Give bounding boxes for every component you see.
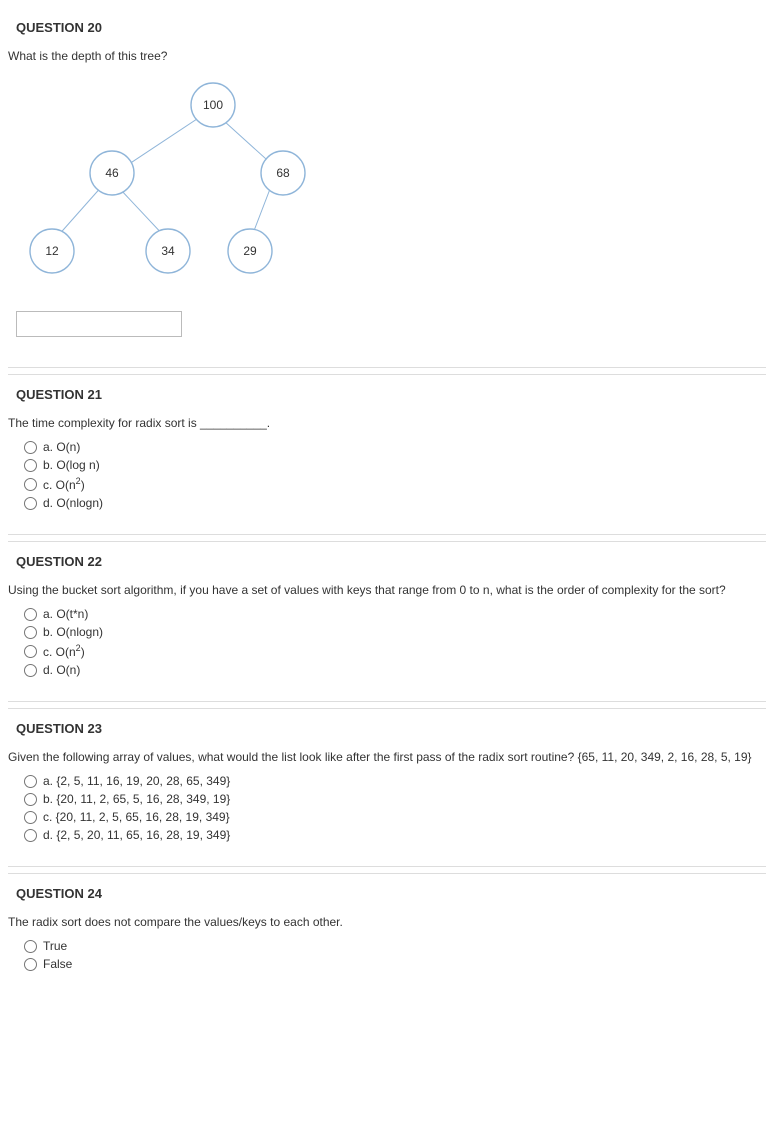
question-prompt: Using the bucket sort algorithm, if you … (8, 583, 766, 597)
question-title: QUESTION 24 (8, 886, 766, 901)
radio-d[interactable] (24, 497, 37, 510)
option-label: c. O(n2) (43, 476, 85, 492)
tree-diagram: 100 46 68 12 34 29 (8, 73, 328, 283)
radio-d[interactable] (24, 664, 37, 677)
option-c[interactable]: c. O(n2) (24, 476, 766, 492)
option-true[interactable]: True (24, 939, 766, 953)
option-c[interactable]: c. {20, 11, 2, 5, 65, 16, 28, 19, 349} (24, 810, 766, 824)
divider (8, 866, 766, 867)
option-d[interactable]: d. O(n) (24, 663, 766, 677)
radio-a[interactable] (24, 775, 37, 788)
question-title: QUESTION 21 (8, 387, 766, 402)
radio-c[interactable] (24, 478, 37, 491)
question-prompt: The time complexity for radix sort is __… (8, 416, 766, 430)
option-label: d. O(n) (43, 663, 80, 677)
option-label: b. O(log n) (43, 458, 100, 472)
question-24: QUESTION 24 The radix sort does not comp… (8, 874, 766, 995)
radio-c[interactable] (24, 645, 37, 658)
answer-input[interactable] (16, 311, 182, 337)
question-prompt: The radix sort does not compare the valu… (8, 915, 766, 929)
option-label: a. O(n) (43, 440, 80, 454)
option-list: True False (8, 939, 766, 971)
option-b[interactable]: b. {20, 11, 2, 65, 5, 16, 28, 349, 19} (24, 792, 766, 806)
radio-b[interactable] (24, 459, 37, 472)
option-label: b. O(nlogn) (43, 625, 103, 639)
question-title: QUESTION 22 (8, 554, 766, 569)
radio-b[interactable] (24, 793, 37, 806)
option-c[interactable]: c. O(n2) (24, 643, 766, 659)
question-21: QUESTION 21 The time complexity for radi… (8, 375, 766, 534)
option-label: c. {20, 11, 2, 5, 65, 16, 28, 19, 349} (43, 810, 230, 824)
option-label: True (43, 939, 67, 953)
option-label: False (43, 957, 72, 971)
divider (8, 701, 766, 702)
option-label: d. O(nlogn) (43, 496, 103, 510)
divider (8, 367, 766, 368)
radio-true[interactable] (24, 940, 37, 953)
option-list: a. O(t*n) b. O(nlogn) c. O(n2) d. O(n) (8, 607, 766, 677)
divider (8, 534, 766, 535)
option-false[interactable]: False (24, 957, 766, 971)
tree-node-68: 68 (276, 166, 290, 180)
radio-d[interactable] (24, 829, 37, 842)
radio-b[interactable] (24, 626, 37, 639)
option-label: a. O(t*n) (43, 607, 88, 621)
radio-a[interactable] (24, 441, 37, 454)
option-a[interactable]: a. {2, 5, 11, 16, 19, 20, 28, 65, 349} (24, 774, 766, 788)
question-title: QUESTION 23 (8, 721, 766, 736)
option-d[interactable]: d. O(nlogn) (24, 496, 766, 510)
question-prompt: Given the following array of values, wha… (8, 750, 766, 764)
option-a[interactable]: a. O(t*n) (24, 607, 766, 621)
option-label: c. O(n2) (43, 643, 85, 659)
radio-false[interactable] (24, 958, 37, 971)
question-23: QUESTION 23 Given the following array of… (8, 709, 766, 866)
tree-node-100: 100 (203, 98, 223, 112)
radio-a[interactable] (24, 608, 37, 621)
option-label: b. {20, 11, 2, 65, 5, 16, 28, 349, 19} (43, 792, 230, 806)
question-22: QUESTION 22 Using the bucket sort algori… (8, 542, 766, 701)
tree-node-12: 12 (45, 244, 59, 258)
option-b[interactable]: b. O(nlogn) (24, 625, 766, 639)
option-label: d. {2, 5, 20, 11, 65, 16, 28, 19, 349} (43, 828, 230, 842)
option-label: a. {2, 5, 11, 16, 19, 20, 28, 65, 349} (43, 774, 230, 788)
question-title: QUESTION 20 (8, 20, 766, 35)
option-list: a. {2, 5, 11, 16, 19, 20, 28, 65, 349} b… (8, 774, 766, 842)
option-a[interactable]: a. O(n) (24, 440, 766, 454)
option-list: a. O(n) b. O(log n) c. O(n2) d. O(nlogn) (8, 440, 766, 510)
tree-node-46: 46 (105, 166, 119, 180)
radio-c[interactable] (24, 811, 37, 824)
tree-node-29: 29 (243, 244, 257, 258)
tree-node-34: 34 (161, 244, 175, 258)
option-b[interactable]: b. O(log n) (24, 458, 766, 472)
question-prompt: What is the depth of this tree? (8, 49, 766, 63)
option-d[interactable]: d. {2, 5, 20, 11, 65, 16, 28, 19, 349} (24, 828, 766, 842)
tree-svg: 100 46 68 12 34 29 (8, 73, 328, 283)
question-20: QUESTION 20 What is the depth of this tr… (8, 8, 766, 367)
